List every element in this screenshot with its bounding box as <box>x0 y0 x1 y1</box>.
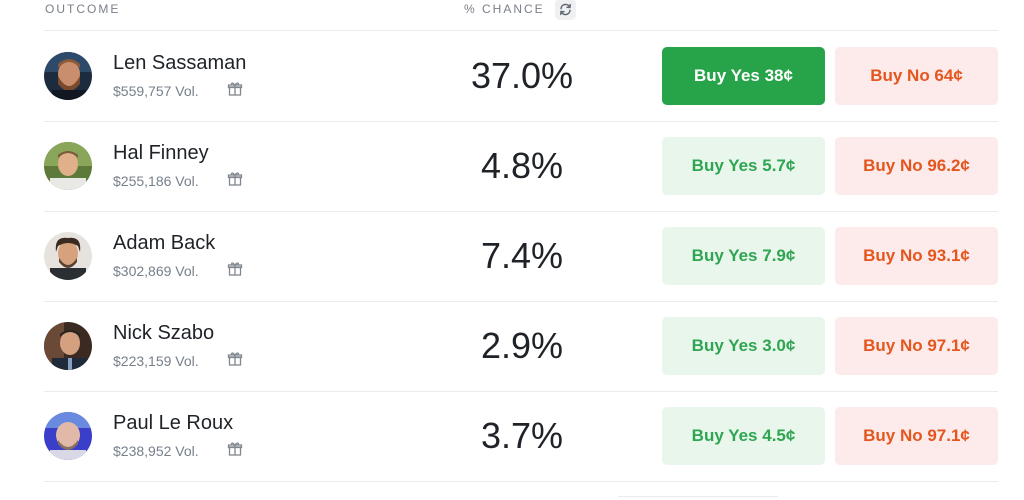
avatar <box>44 142 92 190</box>
avatar <box>44 412 92 460</box>
outcome-volume: $559,757 Vol. <box>113 83 199 99</box>
outcome-row[interactable]: Adam Back $302,869 Vol. 7.4% Buy Yes 7.9… <box>44 211 998 302</box>
refresh-icon <box>560 3 571 16</box>
avatar <box>44 52 92 100</box>
outcome-name: Len Sassaman <box>113 52 247 74</box>
outcome-name: Nick Szabo <box>113 322 215 344</box>
gift-icon[interactable] <box>227 351 243 367</box>
gift-icon[interactable] <box>227 171 243 187</box>
gift-icon[interactable] <box>227 261 243 277</box>
outcome-volume: $223,159 Vol. <box>113 353 199 369</box>
next-row-edge <box>618 496 778 500</box>
buy-no-button[interactable]: Buy No 97.1¢ <box>835 317 998 375</box>
buy-yes-button[interactable]: Buy Yes 5.7¢ <box>662 137 825 195</box>
outcome-row[interactable]: Hal Finney $255,186 Vol. 4.8% Buy Yes 5.… <box>44 121 998 212</box>
outcome-row[interactable]: Len Sassaman $559,757 Vol. 37.0% Buy Yes… <box>44 31 998 122</box>
table-header: OUTCOME % CHANCE <box>44 0 998 31</box>
buy-yes-button[interactable]: Buy Yes 4.5¢ <box>662 407 825 465</box>
buy-no-button[interactable]: Buy No 93.1¢ <box>835 227 998 285</box>
chance-column-header: % CHANCE <box>464 2 545 16</box>
buy-no-button[interactable]: Buy No 97.1¢ <box>835 407 998 465</box>
outcome-chance: 37.0% <box>470 55 574 96</box>
outcome-chance: 4.8% <box>480 145 564 186</box>
outcome-chance: 2.9% <box>480 325 564 366</box>
outcome-volume: $302,869 Vol. <box>113 263 199 279</box>
outcome-column-header: OUTCOME <box>45 2 121 16</box>
refresh-button[interactable] <box>555 0 576 20</box>
buy-yes-button[interactable]: Buy Yes 38¢ <box>662 47 825 105</box>
outcome-volume: $255,186 Vol. <box>113 173 199 189</box>
outcome-name: Hal Finney <box>113 142 209 164</box>
outcome-name: Paul Le Roux <box>113 412 234 434</box>
gift-icon[interactable] <box>227 81 243 97</box>
outcome-row[interactable]: Paul Le Roux $238,952 Vol. 3.7% Buy Yes … <box>44 391 998 482</box>
buy-yes-button[interactable]: Buy Yes 7.9¢ <box>662 227 825 285</box>
outcome-name: Adam Back <box>113 232 216 254</box>
buy-no-button[interactable]: Buy No 64¢ <box>835 47 998 105</box>
avatar <box>44 232 92 280</box>
avatar <box>44 322 92 370</box>
gift-icon[interactable] <box>227 441 243 457</box>
buy-yes-button[interactable]: Buy Yes 3.0¢ <box>662 317 825 375</box>
outcome-chance: 7.4% <box>480 235 564 276</box>
outcome-volume: $238,952 Vol. <box>113 443 199 459</box>
outcome-chance: 3.7% <box>480 415 564 456</box>
buy-no-button[interactable]: Buy No 96.2¢ <box>835 137 998 195</box>
outcome-row[interactable]: Nick Szabo $223,159 Vol. 2.9% Buy Yes 3.… <box>44 301 998 392</box>
